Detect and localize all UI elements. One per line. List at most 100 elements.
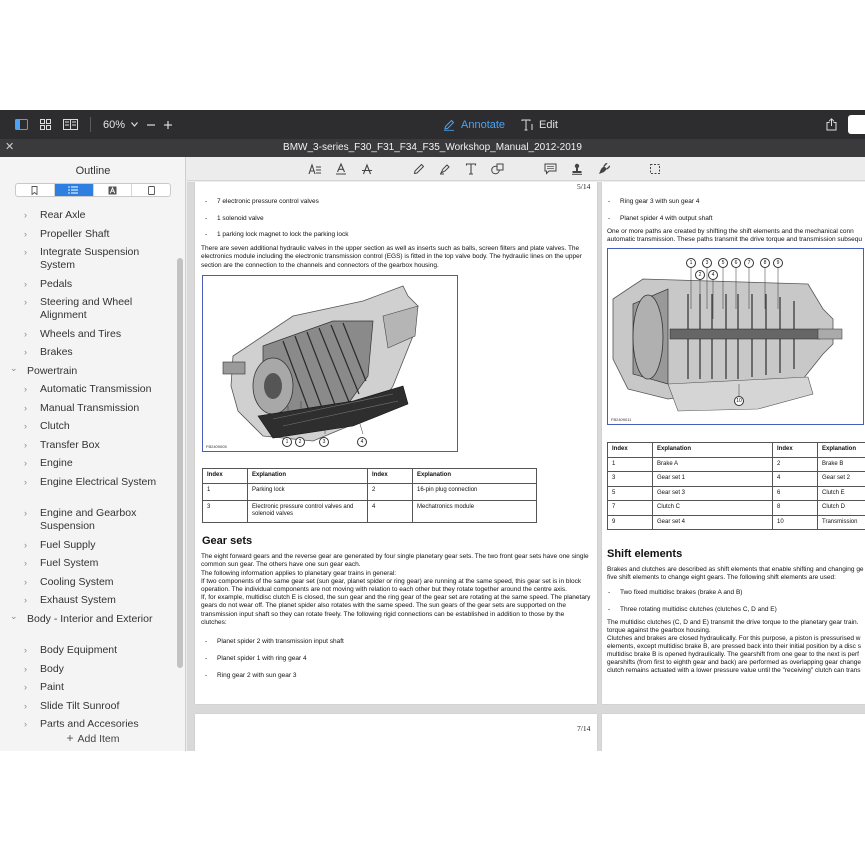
chevron-right-icon[interactable]: ›	[24, 681, 27, 694]
zoom-in-button[interactable]	[163, 116, 173, 133]
outline-item[interactable]: › Manual Transmission	[0, 402, 176, 415]
two-page-view-button[interactable]	[63, 116, 78, 133]
chevron-right-icon[interactable]: ›	[24, 557, 27, 570]
chevron-right-icon[interactable]: ›	[24, 328, 27, 341]
chevron-right-icon[interactable]: ›	[24, 644, 27, 657]
text-cursor-icon	[521, 119, 533, 130]
sidebar-scrollbar[interactable]	[177, 258, 183, 668]
text-style-tool[interactable]	[308, 162, 322, 176]
annotate-mode-button[interactable]: Annotate	[443, 116, 505, 133]
figure-callout: 9	[773, 258, 783, 268]
chevron-right-icon[interactable]: ›	[24, 457, 27, 470]
annotations-tab[interactable]	[94, 184, 133, 196]
outline-item[interactable]: › Body	[0, 663, 176, 676]
chevron-right-icon[interactable]: ›	[24, 539, 27, 552]
pen-tool[interactable]	[412, 162, 426, 176]
outline-item-label: Engine	[40, 457, 73, 469]
chevron-right-icon[interactable]: ›	[24, 383, 27, 396]
figure-callout: 6	[731, 258, 741, 268]
transmission-cutaway-illustration	[222, 285, 419, 442]
outline-item[interactable]: › Engine	[0, 457, 176, 470]
outline-item-label: Transfer Box	[40, 438, 100, 451]
outline-item[interactable]: › Rear Axle	[0, 209, 176, 222]
outline-item[interactable]: › Wheels and Tires	[0, 328, 176, 341]
chevron-down-icon[interactable]: ⌄	[10, 610, 18, 623]
outline-item[interactable]: › Integrate Suspension System	[0, 246, 176, 272]
outline-item[interactable]: › Engine Electrical System	[0, 476, 176, 502]
outline-item[interactable]: › Paint	[0, 681, 176, 694]
edit-mode-button[interactable]: Edit	[521, 116, 558, 133]
page-number: 5/14	[577, 182, 591, 191]
outline-item-label: Fuel System	[40, 557, 99, 569]
outline-item[interactable]: › Fuel System	[0, 557, 176, 570]
paragraph: If two components of the same gear set (…	[201, 578, 582, 594]
chevron-right-icon[interactable]: ›	[24, 296, 27, 309]
share-icon	[826, 118, 837, 131]
stamp-tool[interactable]	[570, 162, 584, 176]
underline-tool[interactable]	[334, 162, 348, 176]
outline-item[interactable]: › Fuel Supply	[0, 539, 176, 552]
app-window: 60% Annotate Edit ✕ BMW_3-series_F30_F31…	[0, 110, 865, 751]
chevron-right-icon[interactable]: ›	[24, 246, 27, 259]
outline-item[interactable]: › Brakes	[0, 346, 176, 359]
chevron-right-icon[interactable]: ›	[24, 594, 27, 607]
outline-item[interactable]: › Transfer Box	[0, 439, 176, 452]
zoom-dropdown[interactable]: 60%	[103, 116, 138, 133]
figure-callout: 4	[708, 270, 718, 280]
chevron-right-icon[interactable]: ›	[24, 278, 27, 291]
paragraph-line: clutch remains actuated with a lower pre…	[607, 667, 861, 674]
outline-item[interactable]: › Automatic Transmission	[0, 383, 176, 396]
outline-item[interactable]: › Engine and Gearbox Suspension	[0, 507, 176, 533]
text-tool[interactable]	[464, 162, 478, 176]
document-viewport[interactable]: 5/14 -7 electronic pressure control valv…	[187, 182, 865, 751]
outline-item[interactable]: › Cooling System	[0, 576, 176, 589]
add-item-button[interactable]: + Add Item	[0, 731, 186, 745]
outline-item-label: Manual Transmission	[40, 401, 140, 414]
pen-icon	[444, 119, 455, 131]
two-page-icon	[63, 119, 78, 130]
table-row: 3 Gear set 1 4 Gear set 2	[607, 471, 865, 487]
sidebar-toggle-button[interactable]	[15, 116, 28, 133]
chevron-right-icon[interactable]: ›	[24, 439, 27, 452]
chevron-right-icon[interactable]: ›	[24, 576, 27, 589]
search-field-edge[interactable]	[848, 115, 865, 134]
grid-view-button[interactable]	[40, 116, 51, 133]
figure-callout: 3	[702, 258, 712, 268]
signature-tool[interactable]	[597, 162, 611, 176]
comment-tool[interactable]	[543, 162, 557, 176]
chevron-right-icon[interactable]: ›	[24, 228, 27, 241]
outline-item[interactable]: › Slide Tilt Sunroof	[0, 700, 176, 713]
chevron-right-icon[interactable]: ›	[24, 507, 27, 520]
chevron-right-icon[interactable]: ›	[24, 663, 27, 676]
outline-item[interactable]: › Exhaust System	[0, 594, 176, 607]
chevron-right-icon[interactable]: ›	[24, 402, 27, 415]
share-button[interactable]	[826, 116, 837, 133]
outline-tab[interactable]	[54, 184, 94, 196]
outline-item[interactable]: ⌄ Powertrain	[0, 362, 176, 378]
section-heading: Shift elements	[607, 548, 683, 560]
selection-tool[interactable]	[648, 162, 662, 176]
bookmark-icon	[31, 185, 38, 195]
outline-item[interactable]: › Pedals	[0, 278, 176, 291]
chevron-down-icon[interactable]: ⌄	[10, 362, 18, 375]
transmission-section-figure: 1 3 5 6 7 8 9 2 4 10 FB2409011	[607, 248, 864, 425]
chevron-right-icon[interactable]: ›	[24, 700, 27, 713]
outline-item[interactable]: › Propeller Shaft	[0, 228, 176, 241]
pages-tab[interactable]	[132, 184, 170, 196]
page-5: 5/14 -7 electronic pressure control valv…	[195, 182, 597, 704]
index-table: Index Explanation Index Explanation 1 Pa…	[202, 468, 537, 523]
zoom-out-button[interactable]	[146, 116, 156, 133]
outline-item[interactable]: › Steering and Wheel Alignment	[0, 296, 176, 322]
outline-item[interactable]: ⌄ Body - Interior and Exterior	[0, 610, 176, 639]
outline-item-label: Brakes	[40, 346, 73, 358]
outline-item[interactable]: › Body Equipment	[0, 644, 176, 657]
chevron-right-icon[interactable]: ›	[24, 346, 27, 359]
highlighter-tool[interactable]	[438, 162, 452, 176]
outline-item[interactable]: › Clutch	[0, 420, 176, 433]
bookmarks-tab[interactable]	[16, 184, 55, 196]
chevron-right-icon[interactable]: ›	[24, 420, 27, 433]
shape-tool[interactable]	[490, 162, 504, 176]
chevron-right-icon[interactable]: ›	[24, 476, 27, 489]
strikethrough-tool[interactable]	[360, 162, 374, 176]
chevron-right-icon[interactable]: ›	[24, 209, 27, 222]
